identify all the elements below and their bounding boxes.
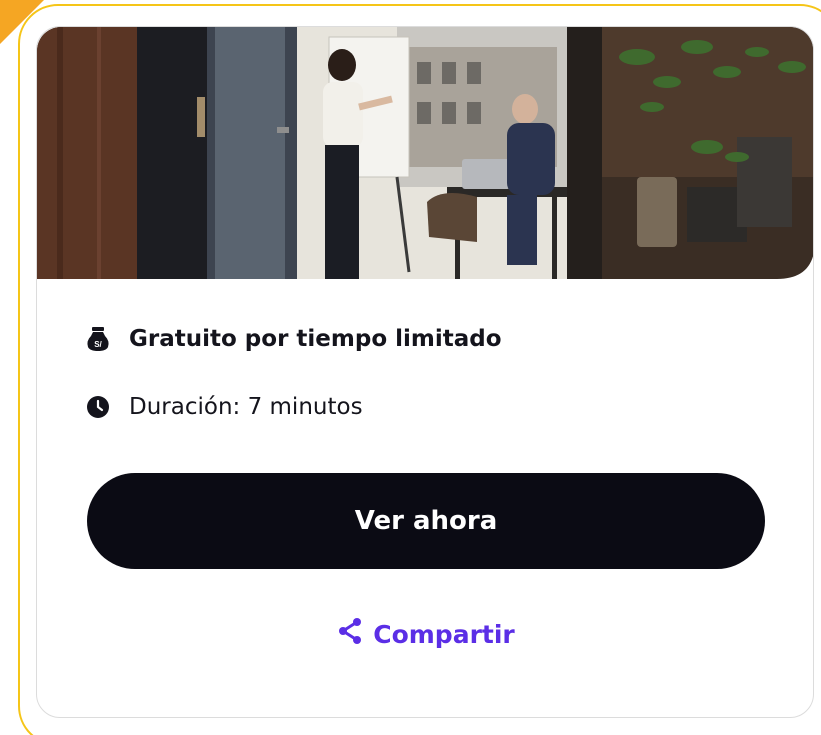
watch-now-button[interactable]: Ver ahora	[87, 473, 765, 569]
watch-now-label: Ver ahora	[354, 506, 498, 536]
duration-row: Duración: 7 minutos	[85, 393, 363, 421]
duration-label: Duración: 7 minutos	[129, 394, 363, 420]
page: S/ Gratuito por tiempo limitado Duración…	[0, 0, 821, 735]
share-label: Compartir	[373, 619, 515, 649]
price-row: S/ Gratuito por tiempo limitado	[85, 325, 502, 353]
money-bag-icon: S/	[85, 325, 111, 353]
clock-icon	[85, 393, 111, 421]
content-card: S/ Gratuito por tiempo limitado Duración…	[36, 26, 814, 718]
hero-image[interactable]	[37, 27, 813, 279]
svg-text:S/: S/	[94, 340, 102, 349]
price-label: Gratuito por tiempo limitado	[129, 326, 502, 352]
share-icon	[337, 617, 363, 651]
share-button[interactable]: Compartir	[37, 617, 813, 651]
corner-badge	[0, 0, 44, 44]
